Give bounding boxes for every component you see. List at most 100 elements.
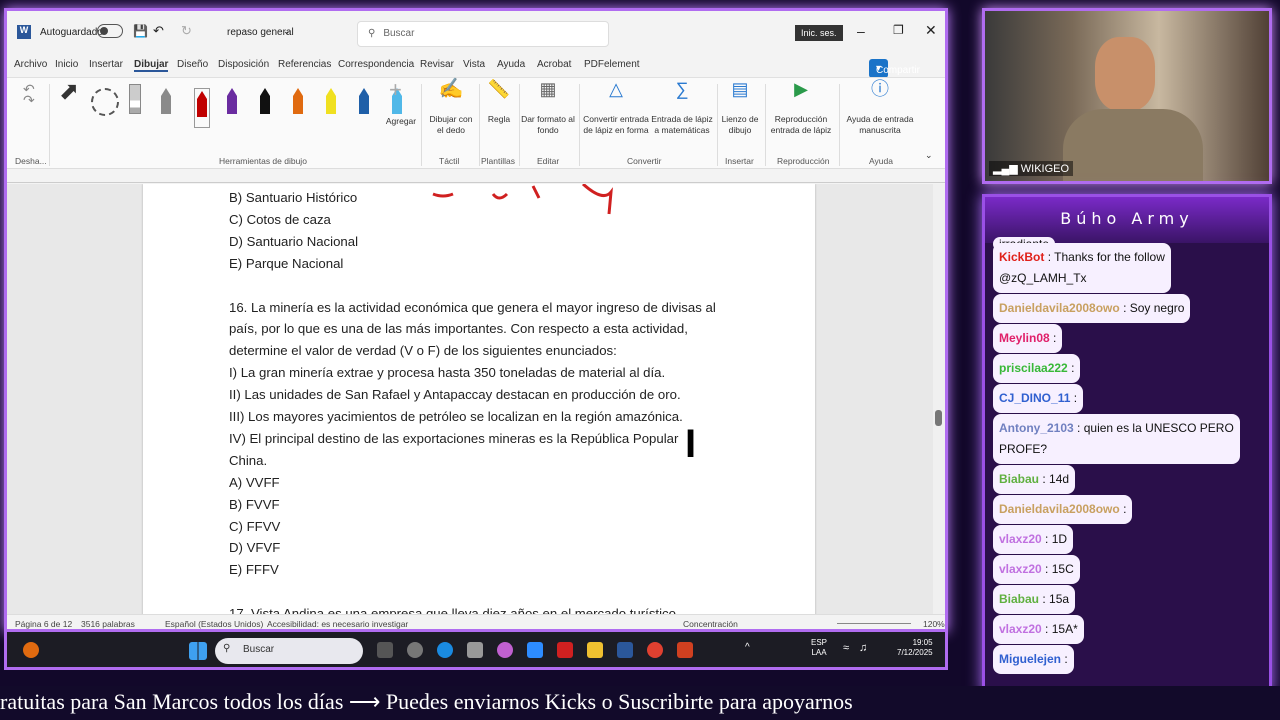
chat-username[interactable]: Meylin08 (999, 331, 1050, 345)
pen-4-icon[interactable] (260, 88, 270, 118)
chat-username[interactable]: priscilaa222 (999, 361, 1068, 375)
tab-dibujar[interactable]: Dibujar (134, 59, 169, 72)
ruler-label: Regla (487, 114, 511, 124)
focus-mode[interactable]: Concentración (683, 619, 738, 629)
chat-message: Biabau : 14d (993, 465, 1076, 494)
undo-icon[interactable]: ↶ (153, 23, 164, 39)
tray-chevron-icon[interactable]: ^ (745, 642, 750, 653)
add-pen-icon[interactable]: + (389, 79, 402, 101)
tab-disposicion[interactable]: Disposición (218, 59, 269, 70)
widgets-icon[interactable] (407, 642, 423, 658)
chat-username[interactable]: CJ_DINO_11 (999, 391, 1070, 405)
ink-replay-button[interactable]: ▶ Reproducción entrada de lápiz (767, 80, 835, 136)
tab-revisar[interactable]: Revisar (420, 59, 454, 70)
clock[interactable]: 19:05 7/12/2025 (897, 638, 933, 658)
eraser-icon[interactable] (129, 84, 141, 114)
ink-to-math-button[interactable]: ∑ Entrada de lápiz a matemáticas (651, 80, 713, 136)
volume-icon[interactable]: ♫ (859, 642, 867, 654)
calculator-icon[interactable] (467, 642, 483, 658)
copilot-icon[interactable] (497, 642, 513, 658)
document-line: C) Cotos de caza (229, 211, 331, 227)
chat-message: priscilaa222 : (993, 354, 1081, 383)
pen-2-icon[interactable] (194, 88, 210, 128)
scroll-thumb[interactable] (935, 410, 942, 426)
format-background-button[interactable]: ▦ Dar formato al fondo (521, 80, 575, 136)
chrome-icon[interactable] (647, 642, 663, 658)
pen-6-icon[interactable] (326, 88, 336, 118)
draw-finger-label: Dibujar con el dedo (429, 114, 473, 135)
zoom-slider[interactable] (837, 623, 911, 624)
draw-with-finger-button[interactable]: ✍ Dibujar con el dedo (427, 79, 475, 136)
chat-username[interactable]: vlaxz20 (999, 562, 1042, 576)
zoom-level[interactable]: 120% (923, 619, 945, 629)
chat-username[interactable]: Danieldavila2008owo (999, 301, 1120, 315)
drawing-canvas-button[interactable]: ▤ Lienzo de dibujo (719, 80, 761, 136)
pen-5-icon[interactable] (293, 88, 303, 118)
chat-username[interactable]: Biabau (999, 592, 1039, 606)
pen-7-icon[interactable] (359, 88, 369, 118)
lasso-icon[interactable] (91, 88, 119, 116)
autosave-toggle[interactable] (97, 24, 123, 38)
ink-help-button[interactable]: ⓘ Ayuda de entrada manuscrita (843, 80, 917, 136)
add-pen-label[interactable]: Agregar (383, 116, 419, 127)
word-count[interactable]: 3516 palabras (81, 619, 135, 629)
chat-username[interactable]: vlaxz20 (999, 532, 1042, 546)
chat-username[interactable]: Biabau (999, 472, 1039, 486)
search-icon: ⚲ (223, 643, 231, 654)
ruler-button[interactable]: 📏 Regla (481, 80, 517, 125)
chat-text: : 15a (1042, 592, 1070, 606)
group-reproduccion: Reproducción (777, 156, 830, 166)
chat-username[interactable]: KickBot (999, 250, 1044, 264)
acrobat-icon[interactable] (557, 642, 573, 658)
minimize-icon[interactable]: – (857, 23, 865, 39)
select-cursor-icon[interactable]: ⬈ (59, 80, 79, 104)
file-explorer-icon[interactable] (587, 642, 603, 658)
word-taskbar-icon[interactable] (617, 642, 633, 658)
page-count[interactable]: Página 6 de 12 (15, 619, 72, 629)
tab-ayuda[interactable]: Ayuda (497, 59, 525, 70)
tab-correspondencia[interactable]: Correspondencia (338, 59, 414, 70)
task-view-icon[interactable] (377, 642, 393, 658)
taskbar-search[interactable]: ⚲ Buscar (215, 638, 363, 664)
group-tactil: Táctil (439, 156, 460, 166)
tab-insertar[interactable]: Insertar (89, 59, 123, 70)
signin-button[interactable]: Inic. ses. (795, 25, 843, 41)
tab-pdfelement[interactable]: PDFelement (584, 59, 640, 70)
vertical-scrollbar[interactable] (933, 184, 945, 614)
chat-username[interactable]: Miguelejen (999, 652, 1061, 666)
pen-1-icon[interactable] (161, 88, 171, 118)
tab-archivo[interactable]: Archivo (14, 59, 47, 70)
tab-referencias[interactable]: Referencias (278, 59, 331, 70)
zoom-icon[interactable] (527, 642, 543, 658)
document-area: B) Santuario Histórico C) Cotos de caza D)… (7, 184, 933, 614)
ribbon-collapse-icon[interactable]: ⌄ (925, 150, 933, 161)
chat-username[interactable]: Danieldavila2008owo (999, 502, 1120, 516)
tab-diseno[interactable]: Diseño (177, 59, 208, 70)
redo-icon[interactable]: ↻ (181, 23, 192, 39)
pen-3-icon[interactable] (227, 88, 237, 118)
accessibility[interactable]: Accesibilidad: es necesario investigar (267, 619, 408, 629)
chat-message: Danieldavila2008owo : Soy negro (993, 294, 1191, 323)
document-page[interactable]: B) Santuario Histórico C) Cotos de caza D)… (143, 184, 815, 614)
chat-username[interactable]: Antony_2103 (999, 421, 1074, 435)
search-input[interactable]: ⚲ Buscar (357, 21, 609, 47)
save-icon[interactable]: 💾 (133, 24, 148, 38)
windows-start-icon[interactable] (189, 642, 207, 660)
restore-icon[interactable]: ❐ (893, 23, 904, 37)
network-icon[interactable]: ≈ (843, 642, 849, 654)
close-icon[interactable]: ✕ (925, 22, 937, 39)
chat-username[interactable]: vlaxz20 (999, 622, 1042, 636)
edge-icon[interactable] (437, 642, 453, 658)
tab-vista[interactable]: Vista (463, 59, 485, 70)
undo-ribbon-icon[interactable]: ↶ ↷ (23, 82, 35, 107)
app-icon[interactable] (23, 642, 39, 658)
language-indicator[interactable]: ESP LAA (811, 638, 827, 658)
language[interactable]: Español (Estados Unidos) (165, 619, 263, 629)
share-button[interactable]: Compartir ▾ (869, 59, 920, 78)
chevron-down-icon[interactable]: ⌄ (283, 26, 291, 37)
powerpoint-icon[interactable] (677, 642, 693, 658)
ink-to-shape-button[interactable]: △ Convertir entrada de lápiz en forma (581, 80, 651, 136)
chat-text-continued: @zQ_LAMH_Tx (999, 271, 1087, 285)
tab-acrobat[interactable]: Acrobat (537, 59, 571, 70)
tab-inicio[interactable]: Inicio (55, 59, 78, 70)
